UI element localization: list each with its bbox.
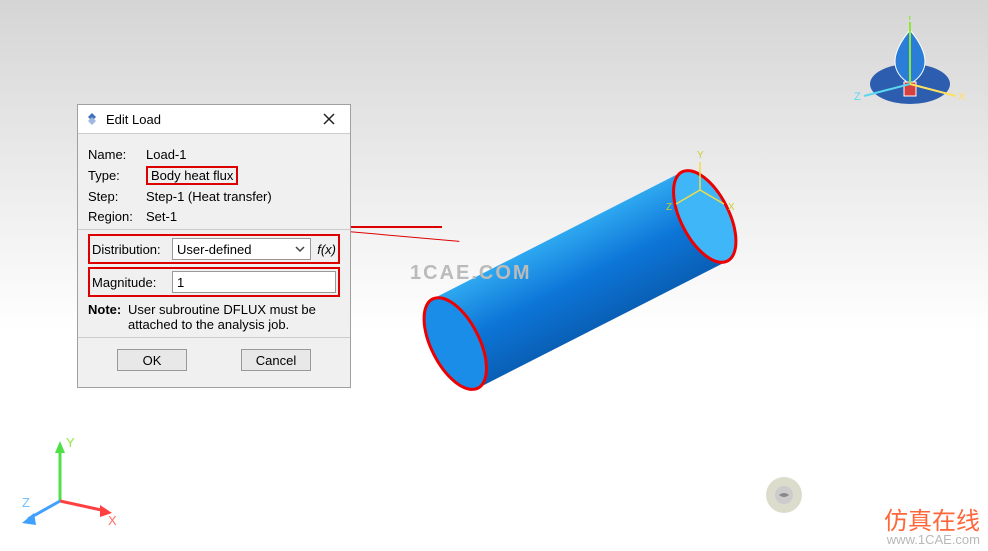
site-watermark: 仿真在线 www.1CAE.com xyxy=(884,501,980,547)
separator xyxy=(78,229,350,230)
dialog-icon xyxy=(84,111,100,127)
cancel-button[interactable]: Cancel xyxy=(241,349,311,371)
cyl-triad-y: Y xyxy=(697,150,704,161)
magnitude-input[interactable]: 1 xyxy=(172,271,336,293)
step-value: Step-1 (Heat transfer) xyxy=(146,189,272,204)
ok-label: OK xyxy=(143,353,162,368)
dialog-titlebar[interactable]: Edit Load xyxy=(78,105,350,134)
close-button[interactable] xyxy=(314,110,344,128)
type-label: Type: xyxy=(88,168,146,183)
name-value: Load-1 xyxy=(146,147,186,162)
triad-y-label: Y xyxy=(66,435,75,450)
dialog-title: Edit Load xyxy=(106,112,314,127)
name-label: Name: xyxy=(88,147,146,162)
ok-button[interactable]: OK xyxy=(117,349,187,371)
distribution-select[interactable]: User-defined xyxy=(172,238,311,260)
watermark-center: 1CAE.COM xyxy=(410,262,532,285)
separator-2 xyxy=(78,337,350,338)
type-value: Body heat flux xyxy=(146,166,238,185)
svg-text:Z: Z xyxy=(854,91,861,103)
region-label: Region: xyxy=(88,209,146,224)
note-label: Note: xyxy=(88,302,128,332)
channel-avatar-icon xyxy=(766,477,802,513)
region-value: Set-1 xyxy=(146,209,177,224)
distribution-label: Distribution: xyxy=(92,242,172,257)
site-watermark-en: www.1CAE.com xyxy=(884,532,980,547)
triad-z-label: Z xyxy=(22,495,30,510)
svg-text:Y: Y xyxy=(906,16,914,23)
orientation-triad[interactable]: Y X Z xyxy=(850,16,970,136)
magnitude-value: 1 xyxy=(177,275,184,290)
coordinate-triad[interactable]: Y X Z xyxy=(20,431,120,531)
chevron-down-icon xyxy=(292,242,308,257)
site-watermark-cn: 仿真在线 xyxy=(884,508,980,535)
step-label: Step: xyxy=(88,189,146,204)
edit-load-dialog: Edit Load Name: Load-1 Type: Body heat f… xyxy=(77,104,351,388)
fx-button[interactable]: f(x) xyxy=(317,242,336,257)
distribution-value: User-defined xyxy=(177,242,251,257)
svg-text:X: X xyxy=(958,91,966,103)
magnitude-label: Magnitude: xyxy=(92,275,172,290)
note-text: User subroutine DFLUX must be attached t… xyxy=(128,302,340,332)
cyl-triad-x: X xyxy=(728,202,735,213)
cyl-triad-z: Z xyxy=(666,202,672,213)
triad-x-label: X xyxy=(108,513,117,528)
cancel-label: Cancel xyxy=(256,353,296,368)
